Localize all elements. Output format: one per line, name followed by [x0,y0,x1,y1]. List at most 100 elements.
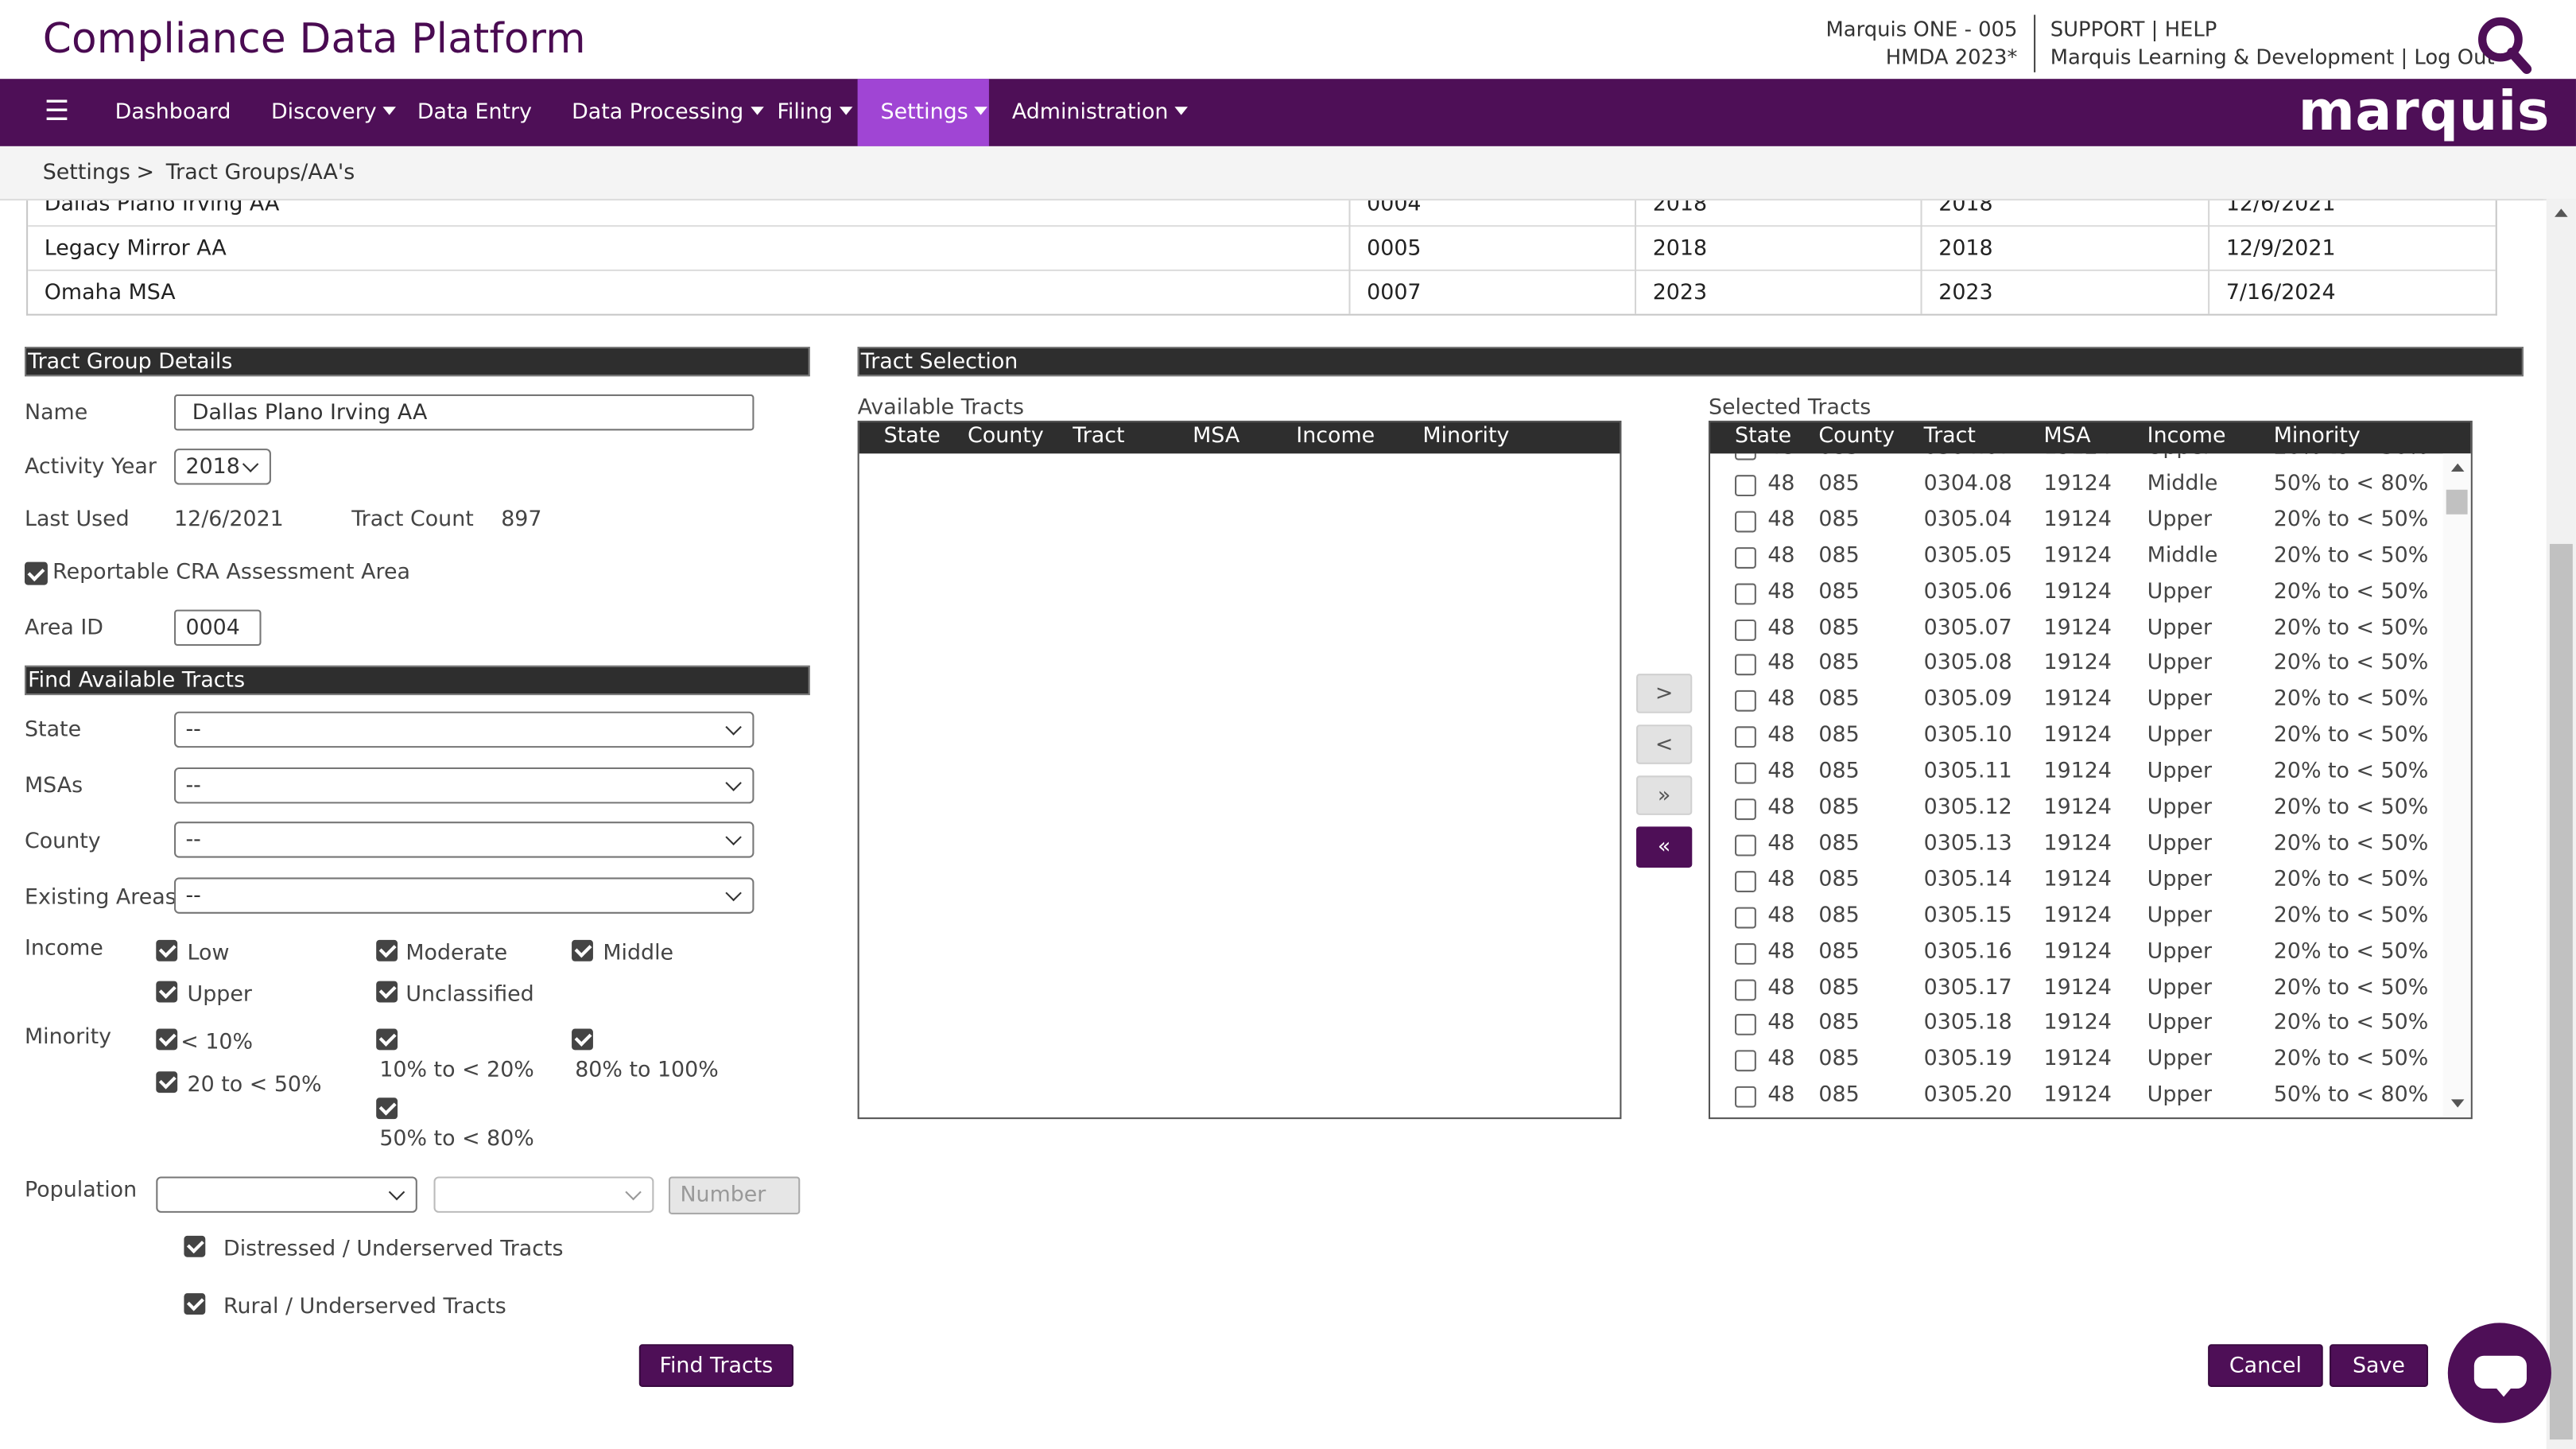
reportable-cra-checkbox[interactable] [24,561,48,585]
row-checkbox[interactable] [1735,690,1756,713]
row-checkbox[interactable] [1735,1050,1756,1072]
income-unclassified-checkbox[interactable] [376,981,398,1003]
move-all-left-button[interactable]: « [1636,826,1693,868]
row-checkbox[interactable] [1735,655,1756,677]
selected-tract-row[interactable]: 48 085 0305.18 19124 Upper 20% to < 50% [1710,1006,2442,1042]
page-scrollbar[interactable] [2546,199,2576,1449]
row-checkbox[interactable] [1735,942,1756,965]
nav-administration[interactable]: Administration [1012,79,1189,146]
institution-info[interactable]: Marquis ONE - 005 HMDA 2023* [1787,17,2017,71]
nav-filing[interactable]: Filing [777,79,853,146]
income-moderate-checkbox[interactable] [376,939,398,961]
selected-tract-row[interactable]: 48 085 0305.07 19124 Upper 20% to < 50% [1710,611,2442,647]
existing-areas-select[interactable]: -- [174,877,755,914]
selected-tract-row[interactable]: 48 085 0305.11 19124 Upper 20% to < 50% [1710,755,2442,791]
selected-tract-row[interactable]: 48 085 0305.05 19124 Middle 20% to < 50% [1710,538,2442,574]
msas-select[interactable]: -- [174,767,755,804]
distressed-checkbox[interactable] [184,1235,206,1257]
chat-icon[interactable] [2447,1323,2551,1424]
minority-lt10-checkbox[interactable] [156,1028,178,1051]
row-checkbox[interactable] [1735,798,1756,821]
name-field[interactable]: Dallas Plano Irving AA [174,394,755,431]
selected-tract-row[interactable]: 48 085 0304.07 19124 Upper 20% to < 50% [1710,453,2442,466]
minority-20-50-checkbox[interactable] [156,1071,178,1094]
selected-tract-row[interactable]: 48 085 0305.13 19124 Upper 20% to < 50% [1710,826,2442,862]
table-row[interactable]: Dallas Plano Irving AA 0004 2018 2018 12… [28,199,2496,227]
find-tracts-button[interactable]: Find Tracts [638,1344,794,1387]
selected-tract-row[interactable]: 48 085 0305.04 19124 Upper 20% to < 50% [1710,503,2442,538]
activity-year-select[interactable]: 2018 [174,449,271,485]
page-scroll-thumb[interactable] [2549,543,2573,1440]
scroll-up-icon[interactable] [2555,208,2568,217]
population-range-select[interactable] [433,1176,654,1213]
minority-10-20-checkbox[interactable] [376,1028,398,1051]
table-row[interactable]: Legacy Mirror AA 0005 2018 2018 12/9/202… [28,227,2496,271]
area-id-field[interactable]: 0004 [174,609,262,647]
county-select[interactable]: -- [174,822,755,858]
selected-tract-row[interactable]: 48 085 0305.06 19124 Upper 20% to < 50% [1710,574,2442,610]
help-link[interactable]: HELP [2165,17,2217,41]
selected-tract-row[interactable]: 48 085 0305.16 19124 Upper 20% to < 50% [1710,934,2442,970]
hamburger-icon[interactable]: ☰ [45,79,70,146]
cancel-button[interactable]: Cancel [2208,1344,2323,1387]
selected-tract-row[interactable]: 48 085 0305.17 19124 Upper 20% to < 50% [1710,970,2442,1006]
search-icon[interactable] [2474,14,2533,76]
selected-tract-row[interactable]: 48 085 0305.09 19124 Upper 20% to < 50% [1710,682,2442,718]
population-operator-select[interactable] [156,1176,417,1213]
selected-tract-row[interactable]: 48 085 0304.08 19124 Middle 50% to < 80% [1710,467,2442,503]
population-number-input[interactable]: Number [668,1176,801,1214]
row-checkbox[interactable] [1735,582,1756,604]
selected-tract-row[interactable]: 48 085 0305.20 19124 Upper 50% to < 80% [1710,1078,2442,1114]
rural-checkbox[interactable] [184,1293,206,1315]
selected-tract-row[interactable]: 48 085 0305.19 19124 Upper 20% to < 50% [1710,1043,2442,1078]
row-checkbox[interactable] [1735,906,1756,928]
table-row[interactable]: Omaha MSA 0007 2023 2023 7/16/2024 [28,271,2496,314]
nav-dashboard[interactable]: Dashboard [115,79,231,146]
row-checkbox[interactable] [1735,978,1756,1000]
row-checkbox[interactable] [1735,1086,1756,1109]
nav-settings[interactable]: Settings [857,79,989,146]
state-select[interactable]: -- [174,711,755,748]
institution-name[interactable]: Marquis ONE - 005 [1787,17,2017,44]
save-button[interactable]: Save [2330,1344,2428,1387]
selected-tract-row[interactable]: 48 085 0305.12 19124 Upper 20% to < 50% [1710,791,2442,826]
user-name[interactable]: Marquis Learning & Development [2050,44,2394,68]
row-checkbox[interactable] [1735,762,1756,784]
row-checkbox[interactable] [1735,726,1756,748]
move-right-button[interactable]: > [1636,674,1693,713]
row-checkbox[interactable] [1735,870,1756,892]
selected-tract-row[interactable]: 48 085 0305.14 19124 Upper 20% to < 50% [1710,862,2442,898]
selected-tracts-list[interactable]: 48 085 0304.07 19124 Upper 20% to < 50% 48 085 0… [1708,420,2473,1120]
minority-50-80-checkbox[interactable] [376,1097,398,1120]
caret-down-icon [382,107,397,115]
nav-data-processing[interactable]: Data Processing [572,79,763,146]
cell-state: 48 [1767,939,1795,965]
row-checkbox[interactable] [1735,546,1756,569]
income-low-checkbox[interactable] [156,939,178,961]
available-tracts-list[interactable]: State County Tract MSA Income Minority [857,420,1622,1120]
selected-tract-row[interactable]: 48 085 0305.15 19124 Upper 20% to < 50% [1710,899,2442,934]
selected-tract-row[interactable]: 48 085 0305.10 19124 Upper 20% to < 50% [1710,718,2442,754]
scroll-up-icon[interactable] [2450,463,2465,472]
row-checkbox[interactable] [1735,474,1756,496]
selected-scrollbar[interactable] [2442,453,2471,1118]
income-upper-checkbox[interactable] [156,981,178,1003]
move-left-button[interactable]: < [1636,724,1693,764]
move-all-right-button[interactable]: » [1636,775,1693,815]
minority-80-100-checkbox[interactable] [572,1028,593,1051]
nav-discovery[interactable]: Discovery [271,79,397,146]
support-link[interactable]: SUPPORT [2050,17,2145,41]
nav-data-entry[interactable]: Data Entry [417,79,532,146]
row-checkbox[interactable] [1735,834,1756,857]
row-checkbox[interactable] [1735,1014,1756,1036]
income-middle-checkbox[interactable] [572,939,593,961]
scroll-down-icon[interactable] [2450,1099,2465,1108]
selected-tracts-body: 48 085 0304.07 19124 Upper 20% to < 50% 48 085 0… [1710,453,2442,1117]
row-checkbox[interactable] [1735,511,1756,533]
selected-tract-row[interactable]: 48 085 0305.08 19124 Upper 20% to < 50% [1710,647,2442,682]
row-checkbox[interactable] [1735,453,1756,460]
breadcrumb-settings[interactable]: Settings [43,161,130,185]
scroll-thumb[interactable] [2446,489,2468,515]
row-checkbox[interactable] [1735,618,1756,640]
dataset-name[interactable]: HMDA 2023* [1787,44,2018,71]
